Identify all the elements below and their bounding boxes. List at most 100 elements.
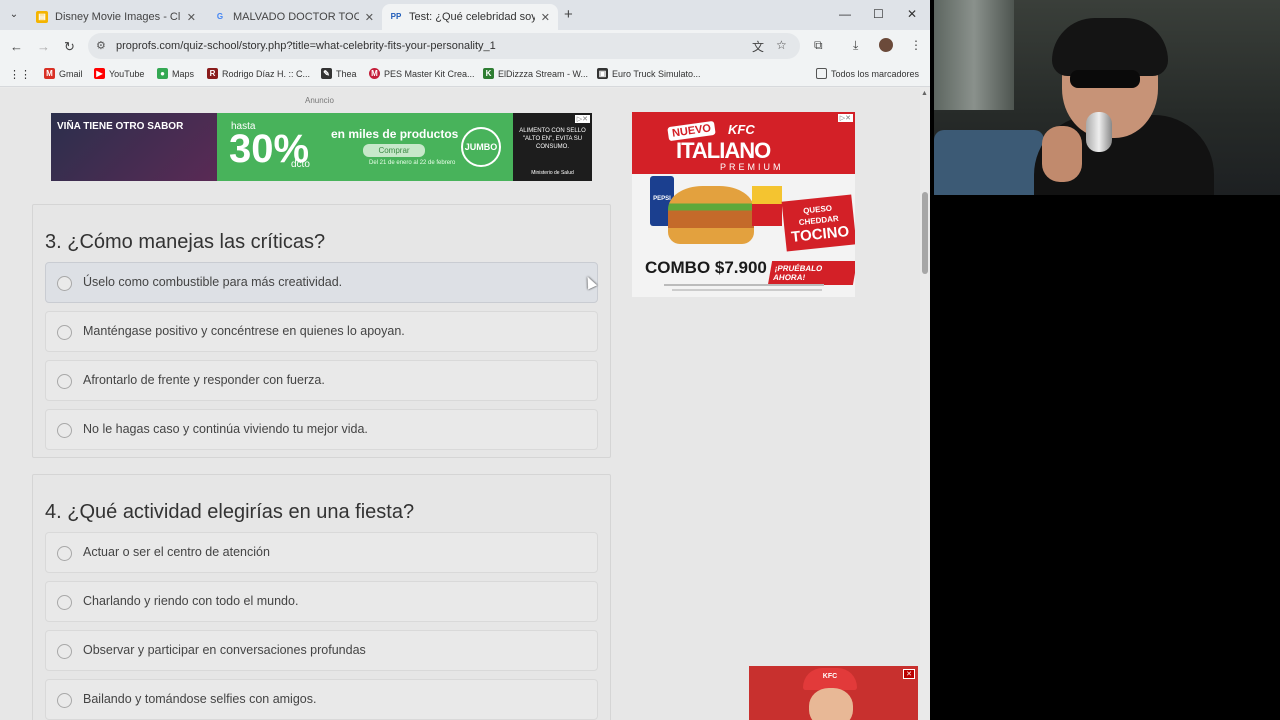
person-face <box>809 688 853 720</box>
truck-icon: ▣ <box>597 68 608 79</box>
bookmark-youtube[interactable]: ▶ YouTube <box>94 68 144 79</box>
bookmark-gmail[interactable]: M Gmail <box>44 68 83 79</box>
answer-option[interactable]: Manténgase positivo y concéntrese en qui… <box>45 311 598 352</box>
ad-queso: QUESO <box>802 203 833 216</box>
bookmark-label: Thea <box>336 68 357 79</box>
option-text: Afrontarlo de frente y responder con fue… <box>83 373 325 387</box>
answer-option[interactable]: Actuar o ser el centro de atención <box>45 532 598 573</box>
new-tab-icon[interactable]: + <box>564 6 573 23</box>
bookmark-eldizzza[interactable]: K ElDizzza Stream - W... <box>483 68 588 79</box>
option-text: Manténgase positivo y concéntrese en qui… <box>83 324 405 338</box>
maximize-icon[interactable]: ☐ <box>873 7 884 21</box>
forward-icon[interactable]: → <box>37 39 50 54</box>
radio-button[interactable] <box>57 595 72 610</box>
bookmark-star-icon[interactable]: ☆ <box>776 38 787 52</box>
close-icon[interactable]: ✕ <box>541 11 550 24</box>
tab-title: Test: ¿Qué celebridad soy? Des <box>409 11 535 23</box>
question-card-3: 3. ¿Cómo manejas las críticas? Úselo com… <box>32 204 611 458</box>
radio-button[interactable] <box>57 374 72 389</box>
option-text: Bailando y tomándose selfies con amigos. <box>83 692 317 706</box>
person-hand <box>1042 126 1082 182</box>
site-info-icon[interactable]: ⚙ <box>96 39 106 52</box>
answer-option[interactable]: Charlando y riendo con todo el mundo. <box>45 581 598 622</box>
bookmark-label: Maps <box>172 68 195 79</box>
ad-choices-icon[interactable]: ▷✕ <box>574 115 590 123</box>
vina-panel: VIÑA TIENE OTRO SABOR <box>51 113 217 181</box>
question-title: 3. ¿Cómo manejas las críticas? <box>45 231 326 253</box>
scroll-up-icon[interactable]: ▲ <box>921 90 928 97</box>
scrollbar-thumb[interactable] <box>922 192 928 274</box>
close-icon[interactable]: ✕ <box>187 11 196 24</box>
burger-image <box>668 186 754 244</box>
kfc-video-ad[interactable]: KFC ✕ <box>749 666 918 720</box>
all-bookmarks[interactable]: Todos los marcadores <box>816 68 919 79</box>
tab-search-icon[interactable]: ⌄ <box>6 7 22 23</box>
download-icon[interactable]: ⤓ <box>853 38 858 53</box>
ad-soda: PEPSI <box>653 196 671 202</box>
extensions-icon[interactable]: ⧉ <box>814 38 823 53</box>
close-icon[interactable]: ✕ <box>365 11 374 24</box>
tab-title: Disney Movie Images - Click Ca <box>55 11 181 23</box>
bookmark-label: Gmail <box>59 68 83 79</box>
radio-button[interactable] <box>57 693 72 708</box>
radio-button[interactable] <box>57 325 72 340</box>
back-icon[interactable]: ← <box>10 39 23 54</box>
bookmark-pes[interactable]: M PES Master Kit Crea... <box>369 68 475 79</box>
jumbo-logo: JUMBO <box>461 127 501 167</box>
omnibox[interactable]: ⚙ proprofs.com/quiz-school/story.php?tit… <box>88 33 800 59</box>
page-scrollbar[interactable]: ▲ <box>920 88 930 720</box>
profile-avatar[interactable] <box>879 38 893 52</box>
question-title: 4. ¿Qué actividad elegirías en una fiest… <box>45 501 415 523</box>
warning-panel: ALIMENTO CON SELLO "ALTO EN", EVITA SU C… <box>513 113 592 181</box>
kfc-banner-ad[interactable]: NUEVO KFC ITALIANO PREMIUM PEPSI QUESO C… <box>632 112 855 297</box>
ad-legal-line <box>672 289 822 291</box>
answer-option[interactable]: Úselo como combustible para más creativi… <box>45 262 598 303</box>
all-bookmarks-label: Todos los marcadores <box>831 68 920 79</box>
answer-option[interactable]: Bailando y tomándose selfies con amigos. <box>45 679 598 720</box>
bookmark-maps[interactable]: ● Maps <box>157 68 194 79</box>
answer-option[interactable]: Afrontarlo de frente y responder con fue… <box>45 360 598 401</box>
ad-warning: ALIMENTO CON SELLO "ALTO EN", EVITA SU C… <box>519 128 586 150</box>
menu-dots-icon[interactable]: ⋮ <box>910 38 922 52</box>
person-hair <box>1052 18 1168 76</box>
radio-button[interactable] <box>57 644 72 659</box>
quill-icon: ✎ <box>321 68 332 79</box>
answer-option[interactable]: Observar y participar en conversaciones … <box>45 630 598 671</box>
close-ad-icon[interactable]: ✕ <box>903 669 915 679</box>
radio-button[interactable] <box>57 276 72 291</box>
translate-icon[interactable]: 文 <box>752 38 764 55</box>
jumbo-panel: hasta 30% dcto en miles de productos Com… <box>217 113 513 181</box>
proprofs-icon: PP <box>390 12 402 21</box>
tab-strip: ⌄ ▤ Disney Movie Images - Click Ca ✕ G M… <box>0 0 930 30</box>
jumbo-banner-ad[interactable]: VIÑA TIENE OTRO SABOR hasta 30% dcto en … <box>51 113 592 181</box>
url-text[interactable]: proprofs.com/quiz-school/story.php?title… <box>116 40 496 52</box>
apps-grid-icon[interactable]: ⋮⋮ <box>9 68 31 81</box>
cap-logo: KFC <box>822 673 838 680</box>
webcam-overlay <box>934 0 1280 195</box>
option-text: Charlando y riendo con todo el mundo. <box>83 594 299 608</box>
question-card-4: 4. ¿Qué actividad elegirías en una fiest… <box>32 474 611 720</box>
ad-cta-button[interactable]: ¡PRUÉBALO AHORA! <box>767 261 855 285</box>
pes-icon: M <box>369 68 380 79</box>
ad-text: VIÑA TIENE OTRO SABOR <box>57 121 184 132</box>
minimize-icon[interactable]: — <box>839 7 851 21</box>
tab-disney[interactable]: ▤ Disney Movie Images - Click Ca ✕ <box>28 4 204 30</box>
ad-title: ITALIANO <box>676 138 771 163</box>
tab-proprofs[interactable]: PP Test: ¿Qué celebridad soy? Des ✕ <box>382 4 558 30</box>
reload-icon[interactable]: ↻ <box>64 39 75 55</box>
bookmark-eurotruck[interactable]: ▣ Euro Truck Simulato... <box>597 68 701 79</box>
window-close-icon[interactable]: ✕ <box>907 7 917 21</box>
page-content: Anuncio VIÑA TIENE OTRO SABOR hasta 30% … <box>0 88 920 720</box>
curtain <box>934 0 1014 110</box>
bookmarks-bar: ⋮⋮ M Gmail ▶ YouTube ● Maps R Rodrigo Díaz H… <box>0 62 930 87</box>
bookmark-rodrigo[interactable]: R Rodrigo Díaz H. :: C... <box>207 68 310 79</box>
answer-option[interactable]: No le hagas caso y continúa viviendo tu … <box>45 409 598 450</box>
tab-malvado[interactable]: G MALVADO DOCTOR TOCINO - ✕ <box>206 4 382 30</box>
ad-buy-button[interactable]: Comprar <box>363 144 425 157</box>
radio-button[interactable] <box>57 423 72 438</box>
bookmark-label: PES Master Kit Crea... <box>384 68 475 79</box>
address-toolbar: ← → ↻ ⚙ proprofs.com/quiz-school/story.p… <box>0 30 930 62</box>
radio-button[interactable] <box>57 546 72 561</box>
bookmark-thea[interactable]: ✎ Thea <box>321 68 357 79</box>
ad-choices-icon[interactable]: ▷✕ <box>837 114 853 122</box>
